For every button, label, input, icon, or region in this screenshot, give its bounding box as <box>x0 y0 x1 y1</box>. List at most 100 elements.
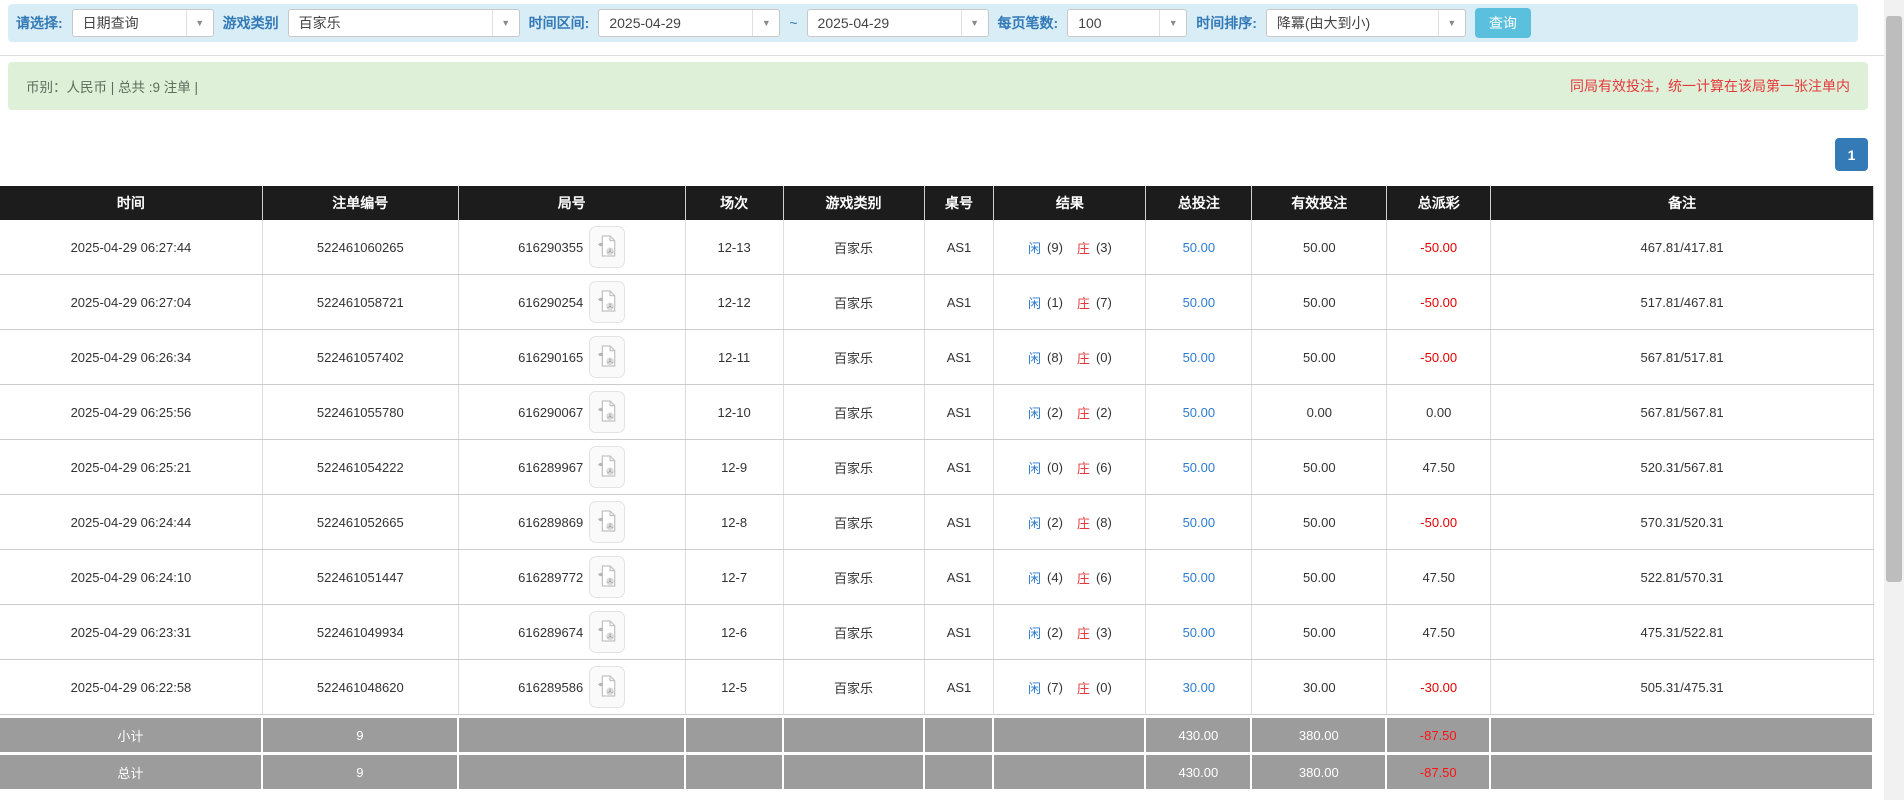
cell-table-no: AS1 <box>925 495 995 549</box>
video-replay-button[interactable] <box>589 336 625 378</box>
total-bet-link[interactable]: 50.00 <box>1146 220 1252 274</box>
round-id: 616290254 <box>518 295 583 310</box>
footer-empty-cell <box>1491 718 1874 752</box>
date-to-select[interactable]: 2025-04-29 ▼ <box>807 9 989 37</box>
footer-empty-cell <box>686 755 784 789</box>
video-file-icon <box>597 234 617 261</box>
video-replay-button[interactable] <box>589 556 625 598</box>
video-replay-button[interactable] <box>589 281 625 323</box>
cell-game: 百家乐 <box>784 605 925 659</box>
scrollbar-thumb[interactable] <box>1886 16 1902 582</box>
cell-game: 百家乐 <box>784 660 925 714</box>
column-header: 总派彩 <box>1387 186 1491 220</box>
video-file-icon <box>597 564 617 591</box>
cell-session: 12-10 <box>686 385 784 439</box>
table-row: 2025-04-29 06:27:44522461060265616290355… <box>0 220 1874 275</box>
cell-remark: 505.31/475.31 <box>1491 660 1874 714</box>
video-replay-button[interactable] <box>589 391 625 433</box>
sort-order-value: 降冪(由大到小) <box>1267 13 1370 33</box>
banker-label: 庄 <box>1077 623 1090 642</box>
cell-session: 12-5 <box>686 660 784 714</box>
records-table: 时间注单编号局号场次游戏类别桌号结果总投注有效投注总派彩备注 2025-04-2… <box>0 186 1874 792</box>
footer-empty-cell <box>994 755 1146 789</box>
video-replay-button[interactable] <box>589 611 625 653</box>
player-label: 闲 <box>1028 678 1041 697</box>
total-bet-link[interactable]: 50.00 <box>1146 495 1252 549</box>
sort-order-select[interactable]: 降冪(由大到小) ▼ <box>1266 9 1466 37</box>
player-points: (2) <box>1047 405 1063 420</box>
cell-game: 百家乐 <box>784 330 925 384</box>
total-bet-link[interactable]: 50.00 <box>1146 275 1252 329</box>
table-row: 2025-04-29 06:24:44522461052665616289869… <box>0 495 1874 550</box>
cell-time: 2025-04-29 06:23:31 <box>0 605 263 659</box>
cell-table-no: AS1 <box>925 275 995 329</box>
summary-bar: 币别：人民币 | 总共 :9 注单 | 同局有效投注，统一计算在该局第一张注单内 <box>8 62 1868 110</box>
total-bet-link[interactable]: 50.00 <box>1146 385 1252 439</box>
time-range-label: 时间区间: <box>529 13 590 33</box>
total-bet-link[interactable]: 50.00 <box>1146 550 1252 604</box>
video-file-icon <box>597 619 617 646</box>
banker-label: 庄 <box>1077 458 1090 477</box>
video-replay-button[interactable] <box>589 446 625 488</box>
cell-payout: -30.00 <box>1387 660 1491 714</box>
chevron-down-icon: ▼ <box>752 10 779 36</box>
player-points: (2) <box>1047 515 1063 530</box>
cell-payout: 47.50 <box>1387 440 1491 494</box>
cell-payout: 47.50 <box>1387 605 1491 659</box>
banker-label: 庄 <box>1077 238 1090 257</box>
cell-time: 2025-04-29 06:27:44 <box>0 220 263 274</box>
search-button[interactable]: 查询 <box>1475 8 1531 38</box>
cell-payout: -50.00 <box>1387 495 1491 549</box>
footer-payout: -87.50 <box>1387 755 1491 789</box>
chevron-down-icon: ▼ <box>492 10 519 36</box>
total-bet-link[interactable]: 50.00 <box>1146 330 1252 384</box>
round-id: 616290165 <box>518 350 583 365</box>
cell-valid-bet: 50.00 <box>1252 495 1387 549</box>
cell-bet-id: 522461055780 <box>263 385 459 439</box>
date-to-value: 2025-04-29 <box>808 15 890 31</box>
round-id: 616289586 <box>518 680 583 695</box>
cell-result: 闲(8)庄(0) <box>994 330 1146 384</box>
query-type-select[interactable]: 日期查询 ▼ <box>72 9 214 37</box>
banker-points: (7) <box>1096 295 1112 310</box>
table-header-row: 时间注单编号局号场次游戏类别桌号结果总投注有效投注总派彩备注 <box>0 186 1874 220</box>
banker-label: 庄 <box>1077 348 1090 367</box>
cell-time: 2025-04-29 06:24:10 <box>0 550 263 604</box>
player-points: (2) <box>1047 625 1063 640</box>
vertical-scrollbar[interactable] <box>1884 0 1904 800</box>
video-replay-button[interactable] <box>589 226 625 268</box>
cell-payout: 0.00 <box>1387 385 1491 439</box>
banker-points: (3) <box>1096 240 1112 255</box>
video-replay-button[interactable] <box>589 501 625 543</box>
total-bet-link[interactable]: 50.00 <box>1146 605 1252 659</box>
video-replay-button[interactable] <box>589 666 625 708</box>
cell-valid-bet: 50.00 <box>1252 605 1387 659</box>
pagination: 1 <box>0 138 1868 171</box>
page-size-select[interactable]: 100 ▼ <box>1067 9 1187 37</box>
cell-bet-id: 522461048620 <box>263 660 459 714</box>
cell-round: 616290254 <box>459 275 686 329</box>
column-header: 有效投注 <box>1252 186 1387 220</box>
cell-valid-bet: 50.00 <box>1252 220 1387 274</box>
footer-total-bet: 430.00 <box>1146 718 1252 752</box>
game-type-select[interactable]: 百家乐 ▼ <box>288 9 520 37</box>
cell-game: 百家乐 <box>784 275 925 329</box>
banker-points: (6) <box>1096 460 1112 475</box>
grandtotal-row: 总计9430.00380.00-87.50 <box>0 752 1874 792</box>
cell-session: 12-13 <box>686 220 784 274</box>
round-id: 616289674 <box>518 625 583 640</box>
total-bet-link[interactable]: 50.00 <box>1146 440 1252 494</box>
player-label: 闲 <box>1028 403 1041 422</box>
date-from-select[interactable]: 2025-04-29 ▼ <box>598 9 780 37</box>
cell-session: 12-8 <box>686 495 784 549</box>
column-header: 场次 <box>686 186 784 220</box>
cell-round: 616289674 <box>459 605 686 659</box>
page-button-1[interactable]: 1 <box>1835 138 1868 171</box>
cell-bet-id: 522461054222 <box>263 440 459 494</box>
footer-empty-cell <box>459 718 686 752</box>
cell-result: 闲(9)庄(3) <box>994 220 1146 274</box>
table-row: 2025-04-29 06:24:10522461051447616289772… <box>0 550 1874 605</box>
footer-empty-cell <box>784 718 925 752</box>
cell-result: 闲(2)庄(8) <box>994 495 1146 549</box>
total-bet-link[interactable]: 30.00 <box>1146 660 1252 714</box>
